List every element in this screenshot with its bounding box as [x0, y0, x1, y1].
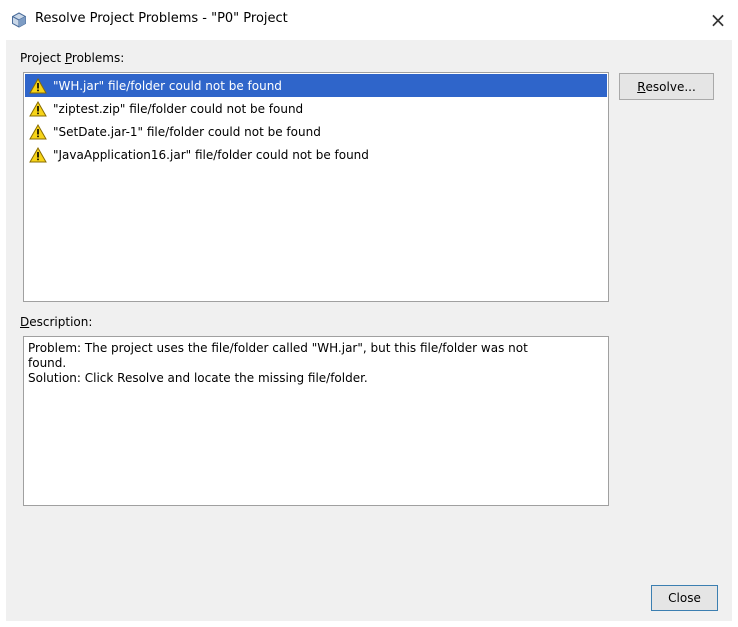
description-text-area[interactable]: Problem: The project uses the file/folde… [23, 336, 609, 506]
problem-text: "SetDate.jar-1" file/folder could not be… [53, 124, 321, 139]
problems-label: Project Problems: [20, 51, 124, 65]
problems-label-suffix: roblems: [71, 51, 125, 65]
description-label-mnemonic: D [20, 315, 30, 329]
problems-list[interactable]: "WH.jar" file/folder could not be found … [23, 72, 609, 302]
description-label: Description: [20, 315, 92, 329]
resolve-mnemonic: R [637, 79, 646, 94]
project-icon [12, 12, 26, 28]
problems-label-mnemonic: P [64, 51, 72, 65]
warning-icon [29, 77, 47, 93]
close-button[interactable]: Close [651, 585, 718, 611]
resolve-label: esolve... [645, 79, 696, 94]
warning-icon [29, 100, 47, 116]
problem-text: "WH.jar" file/folder could not be found [53, 78, 282, 93]
close-icon[interactable]: × [706, 8, 730, 32]
description-line: Solution: Click Resolve and locate the m… [28, 371, 368, 385]
resolve-button[interactable]: Resolve... [619, 73, 714, 100]
description-line: Problem: The project uses the file/folde… [28, 341, 528, 355]
problems-label-prefix: Project [20, 51, 65, 65]
warning-icon [29, 146, 47, 162]
description-line: found. [28, 356, 67, 370]
title-bar: Resolve Project Problems - "P0" Project … [0, 0, 738, 40]
problem-text: "ziptest.zip" file/folder could not be f… [53, 101, 304, 116]
list-item[interactable]: "ziptest.zip" file/folder could not be f… [25, 97, 607, 120]
list-item[interactable]: "SetDate.jar-1" file/folder could not be… [25, 120, 607, 143]
window-title: Resolve Project Problems - "P0" Project [35, 11, 288, 26]
warning-icon [29, 123, 47, 139]
list-item[interactable]: "JavaApplication16.jar" file/folder coul… [25, 143, 607, 166]
problem-text: "JavaApplication16.jar" file/folder coul… [53, 147, 369, 162]
list-item[interactable]: "WH.jar" file/folder could not be found [25, 74, 607, 97]
description-label-rest: escription: [29, 315, 93, 329]
dialog-body: Project Problems: "WH.jar" file/folder c… [6, 40, 732, 621]
